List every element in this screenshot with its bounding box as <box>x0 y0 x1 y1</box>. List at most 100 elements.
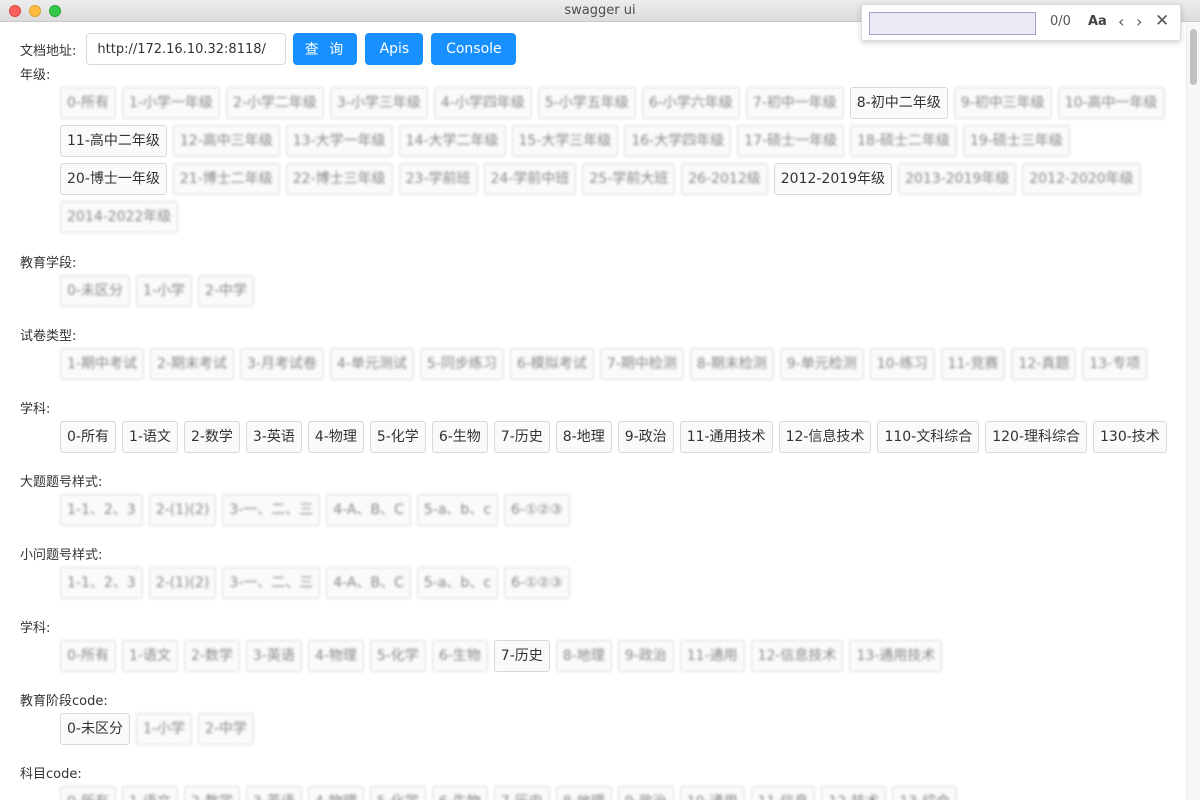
enum-tag[interactable]: 5-a、b、c <box>416 567 499 599</box>
enum-tag[interactable]: 2-数学 <box>183 640 240 672</box>
enum-tag[interactable]: 10-通用 <box>679 786 745 800</box>
enum-tag[interactable]: 5-a、b、c <box>416 494 499 526</box>
enum-tag[interactable]: 11-通用技术 <box>679 421 773 453</box>
enum-tag[interactable]: 5-化学 <box>369 640 426 672</box>
enum-tag[interactable]: 0-所有 <box>60 421 116 453</box>
enum-tag[interactable]: 19-硕士三年级 <box>963 125 1070 157</box>
enum-tag[interactable]: 2-(1)(2) <box>148 567 217 599</box>
enum-tag[interactable]: 21-博士二年级 <box>172 163 280 195</box>
enum-tag[interactable]: 7-初中一年级 <box>745 87 844 119</box>
enum-tag[interactable]: 9-政治 <box>617 421 674 453</box>
enum-tag[interactable]: 12-真题 <box>1011 348 1077 380</box>
enum-tag[interactable]: 12-高中三年级 <box>172 125 280 157</box>
enum-tag[interactable]: 1-小学 <box>135 275 192 307</box>
enum-tag[interactable]: 5-小学五年级 <box>537 87 636 119</box>
enum-tag[interactable]: 13-专项 <box>1082 348 1148 380</box>
enum-tag[interactable]: 1-1、2、3 <box>60 567 143 599</box>
enum-tag[interactable]: 20-博士一年级 <box>60 163 167 195</box>
enum-tag[interactable]: 5-化学 <box>369 786 426 800</box>
enum-tag[interactable]: 2-数学 <box>183 421 240 453</box>
enum-tag[interactable]: 6-生物 <box>431 786 488 800</box>
scrollbar-thumb[interactable] <box>1190 29 1197 85</box>
enum-tag[interactable]: 9-单元检测 <box>779 348 864 380</box>
enum-tag[interactable]: 16-大学四年级 <box>624 125 732 157</box>
enum-tag[interactable]: 2014-2022年级 <box>60 201 179 233</box>
enum-tag[interactable]: 13-大学一年级 <box>285 125 393 157</box>
enum-tag[interactable]: 23-学前班 <box>398 163 478 195</box>
enum-tag[interactable]: 14-大学二年级 <box>398 125 506 157</box>
enum-tag[interactable]: 2-小学二年级 <box>225 87 324 119</box>
enum-tag[interactable]: 7-历史 <box>493 786 550 800</box>
enum-tag[interactable]: 6-生物 <box>431 421 488 453</box>
enum-tag[interactable]: 8-初中二年级 <box>849 87 948 119</box>
enum-tag[interactable]: 110-文科综合 <box>877 421 980 453</box>
enum-tag[interactable]: 12-信息技术 <box>750 640 844 672</box>
enum-tag[interactable]: 2-(1)(2) <box>148 494 217 526</box>
enum-tag[interactable]: 18-硕士二年级 <box>850 125 957 157</box>
enum-tag[interactable]: 1-期中考试 <box>60 348 144 380</box>
enum-tag[interactable]: 6-生物 <box>431 640 488 672</box>
enum-tag[interactable]: 12-信息技术 <box>778 421 872 453</box>
apis-button[interactable]: Apis <box>365 33 424 65</box>
enum-tag[interactable]: 3-英语 <box>245 640 302 672</box>
enum-tag[interactable]: 11-通用 <box>679 640 745 672</box>
find-next-icon[interactable]: › <box>1136 12 1142 31</box>
enum-tag[interactable]: 4-物理 <box>307 786 364 800</box>
enum-tag[interactable]: 4-单元测试 <box>329 348 414 380</box>
enum-tag[interactable]: 3-月考试卷 <box>239 348 324 380</box>
enum-tag[interactable]: 2-中学 <box>197 275 254 307</box>
vertical-scrollbar[interactable] <box>1186 23 1200 800</box>
enum-tag[interactable]: 2-数学 <box>183 786 240 800</box>
enum-tag[interactable]: 11-竞赛 <box>940 348 1006 380</box>
enum-tag[interactable]: 9-初中三年级 <box>953 87 1052 119</box>
enum-tag[interactable]: 15-大学三年级 <box>511 125 619 157</box>
enum-tag[interactable]: 9-政治 <box>617 786 674 800</box>
enum-tag[interactable]: 4-A、B、C <box>326 494 411 526</box>
enum-tag[interactable]: 2012-2020年级 <box>1022 163 1141 195</box>
enum-tag[interactable]: 1-1、2、3 <box>60 494 143 526</box>
enum-tag[interactable]: 17-硕士一年级 <box>737 125 845 157</box>
enum-tag[interactable]: 8-期末检测 <box>689 348 774 380</box>
enum-tag[interactable]: 0-所有 <box>60 87 116 119</box>
enum-tag[interactable]: 8-地理 <box>555 421 612 453</box>
enum-tag[interactable]: 11-高中二年级 <box>60 125 167 157</box>
enum-tag[interactable]: 6-①②③ <box>504 494 570 526</box>
query-button[interactable]: 查 询 <box>293 33 358 65</box>
enum-tag[interactable]: 3-英语 <box>245 786 302 800</box>
enum-tag[interactable]: 0-所有 <box>60 786 116 800</box>
enum-tag[interactable]: 6-①②③ <box>504 567 570 599</box>
enum-tag[interactable]: 4-小学四年级 <box>433 87 532 119</box>
find-previous-icon[interactable]: ‹ <box>1118 12 1124 31</box>
enum-tag[interactable]: 2-期末考试 <box>149 348 234 380</box>
find-input[interactable] <box>869 12 1036 35</box>
enum-tag[interactable]: 6-模拟考试 <box>509 348 594 380</box>
close-find-icon[interactable]: ✕ <box>1155 11 1169 31</box>
enum-tag[interactable]: 13-通用技术 <box>849 640 943 672</box>
enum-tag[interactable]: 25-学前大班 <box>582 163 676 195</box>
enum-tag[interactable]: 3-小学三年级 <box>329 87 428 119</box>
enum-tag[interactable]: 5-同步练习 <box>419 348 504 380</box>
enum-tag[interactable]: 1-小学 <box>135 713 192 745</box>
enum-tag[interactable]: 0-所有 <box>60 640 116 672</box>
doc-url-input[interactable] <box>86 33 287 65</box>
enum-tag[interactable]: 0-未区分 <box>60 713 130 745</box>
enum-tag[interactable]: 2-中学 <box>197 713 254 745</box>
enum-tag[interactable]: 1-语文 <box>121 786 178 800</box>
enum-tag[interactable]: 24-学前中班 <box>483 163 577 195</box>
enum-tag[interactable]: 10-练习 <box>869 348 935 380</box>
enum-tag[interactable]: 8-地理 <box>555 786 612 800</box>
enum-tag[interactable]: 8-地理 <box>555 640 612 672</box>
enum-tag[interactable]: 26-2012级 <box>681 163 768 195</box>
enum-tag[interactable]: 3-英语 <box>245 421 302 453</box>
enum-tag[interactable]: 3-一、二、三 <box>222 567 321 599</box>
enum-tag[interactable]: 9-政治 <box>617 640 674 672</box>
enum-tag[interactable]: 3-一、二、三 <box>222 494 321 526</box>
enum-tag[interactable]: 4-A、B、C <box>326 567 411 599</box>
enum-tag[interactable]: 2012-2019年级 <box>773 163 893 195</box>
enum-tag[interactable]: 0-未区分 <box>60 275 130 307</box>
enum-tag[interactable]: 22-博士三年级 <box>285 163 393 195</box>
enum-tag[interactable]: 7-历史 <box>493 640 550 672</box>
enum-tag[interactable]: 10-高中一年级 <box>1057 87 1165 119</box>
enum-tag[interactable]: 120-理科综合 <box>985 421 1087 453</box>
enum-tag[interactable]: 13-综合 <box>892 786 958 800</box>
